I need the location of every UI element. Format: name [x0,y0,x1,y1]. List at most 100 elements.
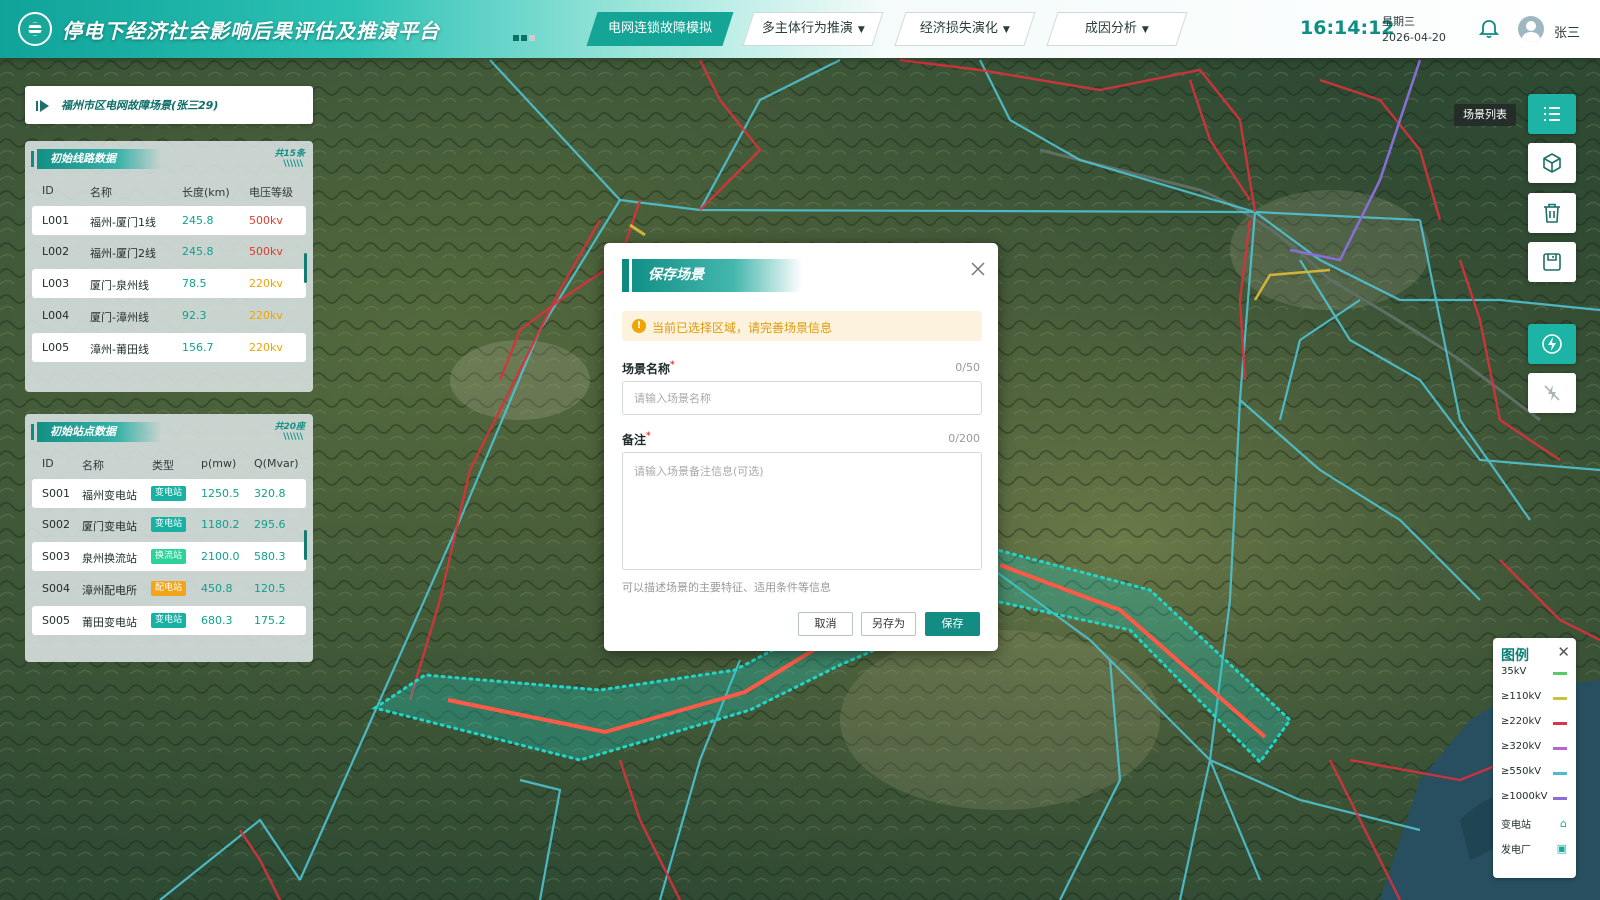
app-header: 停电下经济社会影响后果评估及推演平台 电网连锁故障模拟 多主体行为推演 ▼ 经济损… [0,0,1600,58]
scene-name-input[interactable] [622,381,982,415]
lightning-icon [1542,334,1562,354]
scrollbar[interactable] [304,530,307,560]
current-scene-chip[interactable]: 福州市区电网故障场景(张三29) [25,86,313,124]
model-button[interactable] [1528,143,1576,183]
info-icon: ! [632,319,646,333]
type-badge: 换流站 [151,549,187,564]
table-row[interactable]: L005 漳州-莆田线 156.7 220kv [32,333,306,362]
scene-list-button[interactable] [1528,94,1576,134]
type-badge: 变电站 [151,517,187,532]
save-scene-dialog: 保存场景 ! 当前已选择区域，请完善场景信息 场景名称* 0/50 备注* 0/… [604,243,998,651]
decor-dots [513,30,537,44]
legend-item: 35kV [1501,666,1571,682]
stations-panel-count: 共20座 [274,422,305,432]
cell-name: 漳州配电所 [82,584,137,597]
bell-icon[interactable] [1478,18,1500,40]
cell-name: 泉州换流站 [82,552,137,565]
cell-length: 245.8 [182,245,214,258]
legend-label: ≥320kV [1501,741,1542,752]
cell-length: 156.7 [182,341,214,354]
legend-label: ≥220kV [1501,716,1542,727]
legend-label: 发电厂 [1501,845,1531,856]
table-row[interactable]: L002 福州-厦门2线 245.8 500kv [32,237,306,266]
play-icon [36,100,49,112]
avatar[interactable] [1518,16,1544,42]
table-row[interactable]: L003 厦门-泉州线 78.5 220kv [32,269,306,298]
scene-name-counter: 0/50 [955,361,980,374]
save-icon [1543,253,1561,271]
save-scene-button[interactable] [1528,242,1576,282]
nav-cause-analysis[interactable]: 成因分析 ▼ [1046,12,1188,46]
cell-p: 1180.2 [201,518,240,531]
cell-q: 320.8 [254,487,286,500]
save-as-button[interactable]: 另存为 [861,612,916,636]
col-header: 名称 [82,459,104,472]
cell-length: 92.3 [182,309,207,322]
table-row[interactable]: S004 漳州配电所 配电站 450.8 120.5 [32,574,306,603]
label-text: 场景名称 [622,362,671,376]
table-row[interactable]: S003 泉州换流站 换流站 2100.0 580.3 [32,542,306,571]
decor-slashes: \\\\\\ [283,159,303,169]
cube-icon [1543,153,1561,173]
stations-panel-title: 初始站点数据 [37,422,161,442]
nav-cascade-fault[interactable]: 电网连锁故障模拟 [586,12,734,46]
note-hint: 可以描述场景的主要特征、适用条件等信息 [622,581,831,594]
close-icon[interactable]: ✕ [1557,643,1570,661]
legend-swatch [1553,672,1567,675]
map-legend: 图例 ✕ 35kV ≥110kV ≥220kV ≥320kV ≥550kV ≥1… [1493,638,1576,878]
legend-item: 变电站 ⌂ [1501,816,1571,832]
table-row[interactable]: S002 厦门变电站 变电站 1180.2 295.6 [32,510,306,539]
dialog-title: 保存场景 [632,259,802,292]
fault-simulate-button[interactable] [1528,324,1576,364]
nav-economic-loss[interactable]: 经济损失演化 ▼ [894,12,1036,46]
power-off-button[interactable] [1528,373,1576,413]
legend-label: ≥1000kV [1501,791,1548,802]
stations-panel: 初始站点数据 共20座 \\\\\\ ID 名称 类型 p(mw) Q(Mvar… [25,414,313,662]
scrollbar[interactable] [304,253,307,283]
lines-panel-count: 共15条 [274,149,305,159]
cell-length: 78.5 [182,277,207,290]
note-counter: 0/200 [948,432,980,445]
legend-label: 变电站 [1501,820,1531,831]
substation-icon: ⌂ [1560,817,1567,830]
cell-name: 厦门-泉州线 [90,279,149,292]
cell-voltage: 500kv [249,245,283,258]
cut-power-icon [1544,385,1560,401]
save-button[interactable]: 保存 [925,612,980,636]
table-row[interactable]: L004 厦门-漳州线 92.3 220kv [32,301,306,330]
type-badge: 配电站 [151,581,187,596]
close-icon[interactable] [970,261,986,277]
legend-title: 图例 [1501,648,1529,664]
legend-swatch [1553,747,1567,750]
note-label: 备注* [622,431,651,448]
legend-swatch [1553,697,1567,700]
delete-button[interactable] [1528,193,1576,233]
note-textarea[interactable] [622,452,982,570]
label-text: 备注 [622,433,647,447]
nav-multi-agent[interactable]: 多主体行为推演 ▼ [742,12,884,46]
app-title: 停电下经济社会影响后果评估及推演平台 [62,19,440,43]
power-plant-icon: ▣ [1556,842,1567,855]
scene-list-tooltip: 场景列表 [1454,104,1516,126]
legend-label: ≥550kV [1501,766,1542,777]
cell-id: L005 [42,341,70,354]
cell-id: S002 [42,518,70,531]
username[interactable]: 张三 [1554,22,1580,41]
cell-voltage: 220kv [249,341,283,354]
nav-label: 经济损失演化 [919,21,998,36]
col-header: 长度(km) [182,186,230,199]
lines-panel-title: 初始线路数据 [37,149,161,169]
col-header: Q(Mvar) [254,457,299,470]
type-badge: 变电站 [151,486,187,501]
table-row[interactable]: S005 莆田变电站 变电站 680.3 175.2 [32,606,306,635]
cancel-button[interactable]: 取消 [798,612,853,636]
legend-item: ≥550kV [1501,766,1571,782]
clock-date: 2026-04-20 [1382,31,1446,44]
caret-down-icon: ▼ [1141,25,1149,35]
cell-q: 120.5 [254,582,286,595]
table-row[interactable]: L001 福州-厦门1线 245.8 500kv [32,206,306,235]
type-badge: 变电站 [151,613,187,628]
cell-p: 450.8 [201,582,233,595]
table-row[interactable]: S001 福州变电站 变电站 1250.5 320.8 [32,479,306,508]
legend-item: ≥220kV [1501,716,1571,732]
